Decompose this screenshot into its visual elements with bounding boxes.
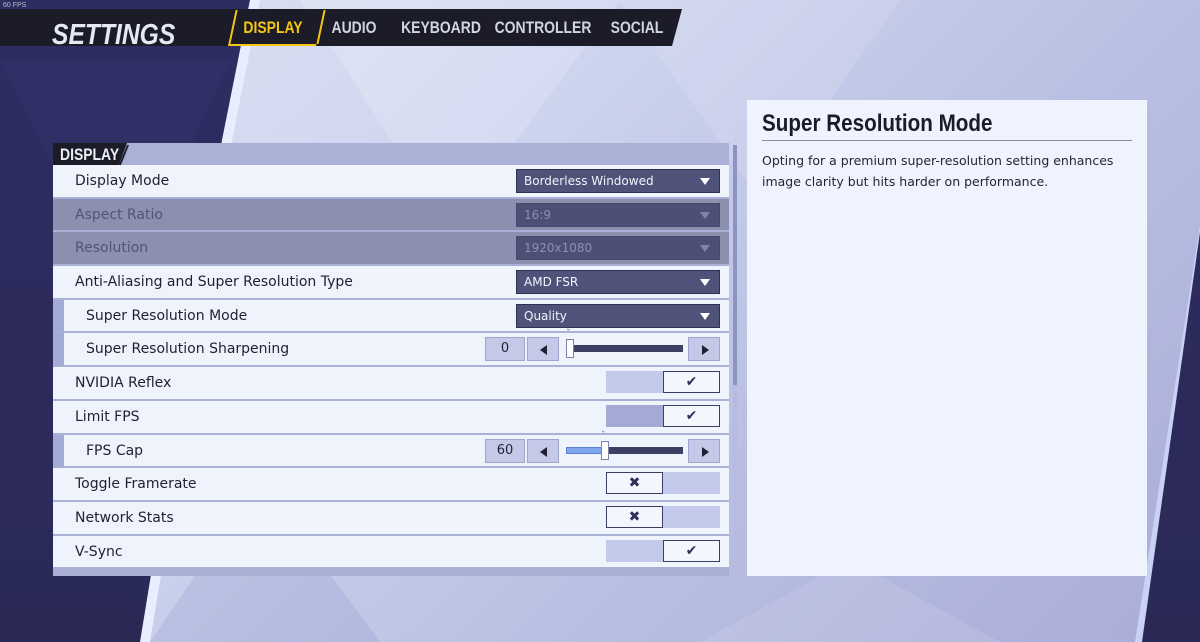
setting-label: Limit FPS	[75, 408, 140, 425]
checkmark-icon: ✔	[663, 539, 720, 562]
tab-social[interactable]: SOCIAL	[605, 9, 669, 46]
setting-row-network-stats: Network Stats ✖	[53, 501, 729, 536]
dropdown-value: Borderless Windowed	[524, 174, 654, 188]
dropdown-value: 16:9	[524, 207, 551, 222]
setting-label: V-Sync	[75, 543, 123, 560]
tab-keyboard[interactable]: KEYBOARD	[392, 9, 489, 46]
description-title: Super Resolution Mode	[762, 110, 993, 137]
arrow-left-icon	[540, 345, 547, 356]
setting-row-display-mode: Display Mode Borderless Windowed	[53, 165, 729, 199]
slider-fill	[566, 446, 605, 454]
setting-label: Super Resolution Sharpening	[86, 341, 290, 358]
setting-row-limit-fps: Limit FPS ✔	[53, 400, 729, 435]
cross-icon: ✖	[606, 505, 663, 528]
setting-label: NVIDIA Reflex	[75, 375, 172, 392]
tab-label: SOCIAL	[610, 18, 664, 37]
setting-label: Super Resolution Mode	[86, 307, 248, 324]
arrow-right-icon	[702, 345, 709, 356]
section-title: DISPLAY	[60, 145, 120, 164]
dropdown-value: AMD FSR	[524, 275, 579, 290]
setting-row-resolution: Resolution 1920x1080	[53, 232, 729, 267]
checkmark-icon: ✔	[663, 404, 720, 427]
chevron-down-icon	[700, 211, 710, 219]
setting-row-anti-aliasing-and-super-resolution-type: Anti-Aliasing and Super Resolution Type A…	[53, 266, 729, 300]
setting-label: Toggle Framerate	[75, 476, 197, 493]
chevron-down-icon	[700, 279, 710, 287]
fps-cap-decrease-button[interactable]	[527, 438, 559, 463]
fps-cap-slider[interactable]	[566, 431, 683, 460]
slider-thumb[interactable]	[566, 329, 574, 359]
resolution-dropdown: 1920x1080	[516, 236, 720, 261]
arrow-right-icon	[702, 446, 709, 457]
super-resolution-sharpening-decrease-button[interactable]	[527, 337, 559, 362]
setting-row-aspect-ratio: Aspect Ratio 16:9	[53, 198, 729, 233]
setting-label: Resolution	[75, 240, 149, 257]
description-body: Opting for a premium super-resolution se…	[762, 153, 1114, 189]
super-resolution-mode-dropdown[interactable]: Quality	[516, 303, 720, 328]
scrollbar-thumb[interactable]	[733, 145, 737, 385]
chevron-down-icon	[700, 312, 710, 320]
network-stats-toggle[interactable]: ✖	[606, 505, 720, 528]
description-panel: Super Resolution Mode Opting for a premi…	[747, 100, 1147, 576]
checkmark-icon: ✔	[663, 371, 720, 394]
arrow-left-icon	[540, 446, 547, 457]
setting-row-toggle-framerate: Toggle Framerate ✖	[53, 468, 729, 502]
setting-row-super-resolution-sharpening: Super Resolution Sharpening 0	[53, 329, 729, 368]
setting-label: Network Stats	[75, 509, 174, 526]
tab-label: DISPLAY	[243, 18, 303, 37]
tab-controller[interactable]: CONTROLLER	[484, 9, 602, 46]
setting-label: Display Mode	[75, 173, 170, 189]
setting-label: Aspect Ratio	[75, 206, 163, 223]
description-divider	[762, 140, 1132, 141]
fps-cap-value: 60	[485, 438, 525, 463]
super-resolution-sharpening-increase-button[interactable]	[688, 337, 720, 362]
limit-fps-toggle[interactable]: ✔	[606, 404, 720, 427]
cross-icon: ✖	[606, 472, 663, 495]
toggle-framerate-toggle[interactable]: ✖	[606, 472, 720, 495]
dropdown-value: 1920x1080	[524, 241, 593, 256]
setting-row-nvidia-reflex: NVIDIA Reflex ✔	[53, 367, 729, 401]
tab-audio[interactable]: AUDIO	[327, 9, 382, 46]
chevron-down-icon	[700, 245, 710, 253]
scrollbar[interactable]	[733, 145, 737, 570]
settings-list: Display Mode Borderless Windowed Aspect Ra…	[53, 165, 729, 570]
setting-row-super-resolution-mode: Super Resolution Mode Quality	[53, 299, 729, 334]
v-sync-toggle[interactable]: ✔	[606, 539, 720, 562]
setting-row-v-sync: V-Sync ✔	[53, 535, 729, 570]
setting-label: Anti-Aliasing and Super Resolution Type	[75, 274, 353, 291]
section-header-bar	[127, 143, 729, 165]
chevron-down-icon	[700, 178, 710, 185]
setting-row-fps-cap: FPS Cap 60	[53, 431, 729, 469]
display-mode-dropdown[interactable]: Borderless Windowed	[516, 169, 720, 193]
slider-thumb[interactable]	[601, 431, 609, 460]
tab-label: KEYBOARD	[401, 18, 481, 37]
display-settings-panel: DISPLAY Display Mode Borderless Windowed A…	[53, 143, 729, 576]
super-resolution-sharpening-value: 0	[485, 337, 525, 362]
setting-label: FPS Cap	[86, 442, 144, 459]
tab-display[interactable]: DISPLAY	[237, 9, 309, 46]
nvidia-reflex-toggle[interactable]: ✔	[606, 371, 720, 394]
fps-counter: 60 FPS	[3, 2, 27, 9]
super-resolution-sharpening-slider[interactable]	[566, 329, 683, 359]
tab-label: CONTROLLER	[494, 18, 592, 37]
anti-aliasing-and-super-resolution-type-dropdown[interactable]: AMD FSR	[516, 270, 720, 295]
aspect-ratio-dropdown: 16:9	[516, 202, 720, 227]
fps-cap-increase-button[interactable]	[688, 438, 720, 463]
dropdown-value: Quality	[524, 308, 567, 323]
tab-label: AUDIO	[331, 18, 377, 37]
